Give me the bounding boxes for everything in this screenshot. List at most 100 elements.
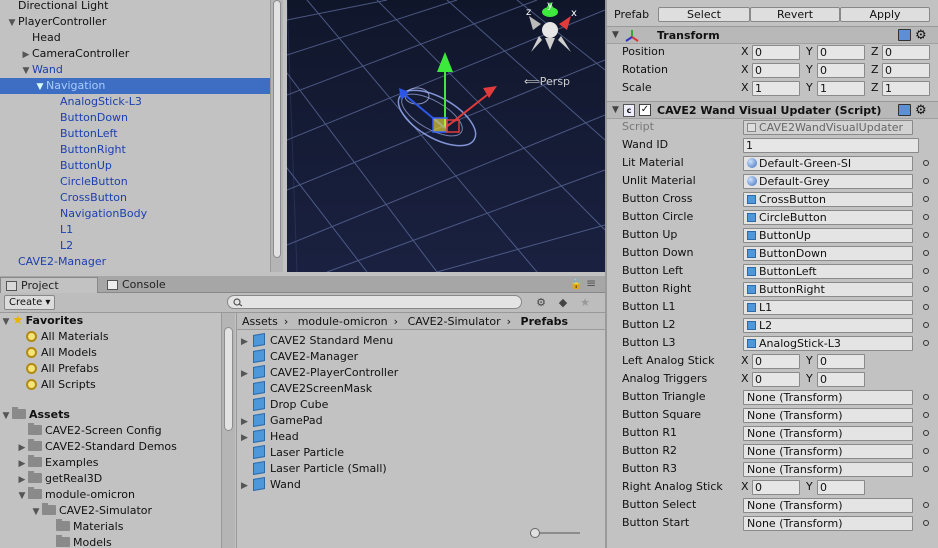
button-select-field[interactable]: None (Transform) <box>743 498 913 513</box>
expand-arrow-icon[interactable]: ▼ <box>16 488 28 504</box>
prefab-item[interactable]: CAVE2-Manager <box>241 348 358 365</box>
button-r1-field[interactable]: None (Transform) <box>743 426 913 441</box>
object-picker-icon[interactable] <box>923 268 929 274</box>
button-r2-field[interactable]: None (Transform) <box>743 444 913 459</box>
hierarchy-item[interactable]: ▶ CameraController <box>0 46 270 62</box>
tab-console[interactable]: Console <box>102 277 182 293</box>
hierarchy-scroll-thumb[interactable] <box>273 0 281 258</box>
folder-tree-scrollbar[interactable] <box>221 313 235 548</box>
object-picker-icon[interactable] <box>923 232 929 238</box>
object-picker-icon[interactable] <box>923 520 929 526</box>
expand-arrow-icon[interactable]: ▶ <box>16 472 28 488</box>
right-analog-stick-x-field[interactable]: 0 <box>752 480 800 495</box>
button-r3-field[interactable]: None (Transform) <box>743 462 913 477</box>
wand-id-field[interactable]: 1 <box>743 138 919 153</box>
prefab-revert-button[interactable]: Revert <box>750 7 840 22</box>
button-circle-field[interactable]: CircleButton <box>743 210 913 225</box>
hierarchy-item[interactable]: ▼ Navigation <box>0 78 270 94</box>
button-l2-field[interactable]: L2 <box>743 318 913 333</box>
expand-arrow-icon[interactable]: ▶ <box>241 478 253 494</box>
hierarchy-item[interactable]: CircleButton <box>0 174 270 190</box>
object-picker-icon[interactable] <box>923 466 929 472</box>
expand-arrow-icon[interactable]: ▼ <box>20 63 32 79</box>
hierarchy-item[interactable]: AnalogStick-L3 <box>0 94 270 110</box>
left-analog-stick-x-field[interactable]: 0 <box>752 354 800 369</box>
hierarchy-item[interactable]: ButtonUp <box>0 158 270 174</box>
transform-header[interactable]: ▼ Transform ⚙ <box>607 26 938 44</box>
asset-folder-item[interactable]: CAVE2-Screen Config <box>16 423 162 439</box>
lock-icon[interactable]: 🔒 <box>570 279 582 290</box>
favorites-item[interactable]: All Prefabs <box>26 361 99 377</box>
hierarchy-item[interactable]: Directional Light <box>0 0 270 14</box>
breadcrumb-item[interactable]: Assets <box>242 315 278 328</box>
favorite-star-icon[interactable]: ★ <box>577 295 593 311</box>
object-picker-icon[interactable] <box>923 286 929 292</box>
transform-position-y-field[interactable]: 0 <box>817 45 865 60</box>
button-square-field[interactable]: None (Transform) <box>743 408 913 423</box>
hierarchy-item[interactable]: ButtonDown <box>0 110 270 126</box>
asset-folder-item[interactable]: Materials <box>44 519 123 535</box>
transform-rotation-x-field[interactable]: 0 <box>752 63 800 78</box>
analog-triggers-x-field[interactable]: 0 <box>752 372 800 387</box>
button-left-field[interactable]: ButtonLeft <box>743 264 913 279</box>
object-picker-icon[interactable] <box>923 394 929 400</box>
assets-header[interactable]: ▼ Assets <box>0 407 70 423</box>
button-up-field[interactable]: ButtonUp <box>743 228 913 243</box>
favorites-item[interactable]: All Scripts <box>26 377 96 393</box>
filter-by-type-icon[interactable]: ⚙ <box>533 295 549 311</box>
transform-position-x-field[interactable]: 0 <box>752 45 800 60</box>
component-enabled-checkbox[interactable]: ✓ <box>639 104 651 116</box>
scene-viewport[interactable] <box>287 0 605 272</box>
object-picker-icon[interactable] <box>923 322 929 328</box>
expand-arrow-icon[interactable]: ▶ <box>16 440 28 456</box>
scene-view[interactable]: z y x ⟸Persp <box>287 0 605 272</box>
hierarchy-item[interactable]: CrossButton <box>0 190 270 206</box>
prefab-item[interactable]: ▶ CAVE2 Standard Menu <box>241 332 393 349</box>
object-picker-icon[interactable] <box>923 412 929 418</box>
analog-triggers-y-field[interactable]: 0 <box>817 372 865 387</box>
breadcrumb-item[interactable]: CAVE2-Simulator <box>408 315 501 328</box>
object-picker-icon[interactable] <box>923 502 929 508</box>
button-right-field[interactable]: ButtonRight <box>743 282 913 297</box>
prefab-item[interactable]: ▶ GamePad <box>241 412 323 430</box>
transform-scale-x-field[interactable]: 1 <box>752 81 800 96</box>
hierarchy-scrollbar[interactable] <box>270 0 283 272</box>
button-down-field[interactable]: ButtonDown <box>743 246 913 261</box>
asset-folder-item[interactable]: ▶ CAVE2-Standard Demos <box>16 439 177 455</box>
asset-folder-item[interactable]: ▼ CAVE2-Simulator <box>30 503 152 519</box>
unlit-material-field[interactable]: Default-Grey <box>743 174 913 189</box>
object-picker-icon[interactable] <box>923 160 929 166</box>
persp-label[interactable]: ⟸Persp <box>524 75 570 88</box>
expand-arrow-icon[interactable]: ▼ <box>6 15 18 31</box>
hierarchy-item[interactable]: L1 <box>0 222 270 238</box>
settings-gear-icon[interactable]: ⚙ <box>915 27 927 44</box>
left-analog-stick-y-field[interactable]: 0 <box>817 354 865 369</box>
expand-arrow-icon[interactable]: ▶ <box>241 430 253 446</box>
hierarchy-item[interactable]: NavigationBody <box>0 206 270 222</box>
breadcrumb-item-current[interactable]: Prefabs <box>521 315 569 328</box>
expand-arrow-icon[interactable]: ▶ <box>241 366 253 382</box>
hierarchy-item[interactable]: CAVE2-Manager <box>0 254 270 270</box>
icon-size-slider-knob[interactable] <box>530 528 540 538</box>
hierarchy-item[interactable]: ▼ PlayerController <box>0 14 270 30</box>
search-input[interactable] <box>227 295 522 309</box>
prefab-item[interactable]: Drop Cube <box>241 396 328 413</box>
asset-folder-item[interactable]: ▶ Examples <box>16 455 98 471</box>
hierarchy-item[interactable]: ▼ Wand <box>0 62 270 78</box>
button-triangle-field[interactable]: None (Transform) <box>743 390 913 405</box>
prefab-select-button[interactable]: Select <box>658 7 750 22</box>
lit-material-field[interactable]: Default-Green-SI <box>743 156 913 171</box>
prefab-item[interactable]: CAVE2ScreenMask <box>241 380 372 397</box>
transform-scale-z-field[interactable]: 1 <box>882 81 930 96</box>
button-start-field[interactable]: None (Transform) <box>743 516 913 531</box>
expand-arrow-icon[interactable]: ▼ <box>34 79 46 95</box>
button-l1-field[interactable]: L1 <box>743 300 913 315</box>
transform-position-z-field[interactable]: 0 <box>882 45 930 60</box>
favorites-item[interactable]: All Models <box>26 345 97 361</box>
asset-folder-item[interactable]: ▼ module-omicron <box>16 487 135 503</box>
prefab-item[interactable]: Laser Particle (Small) <box>241 460 387 477</box>
object-picker-icon[interactable] <box>923 448 929 454</box>
asset-folder-item[interactable]: ▶ getReal3D <box>16 471 102 487</box>
prefab-item[interactable]: Laser Particle <box>241 444 344 461</box>
expand-arrow-icon[interactable]: ▶ <box>241 414 253 430</box>
